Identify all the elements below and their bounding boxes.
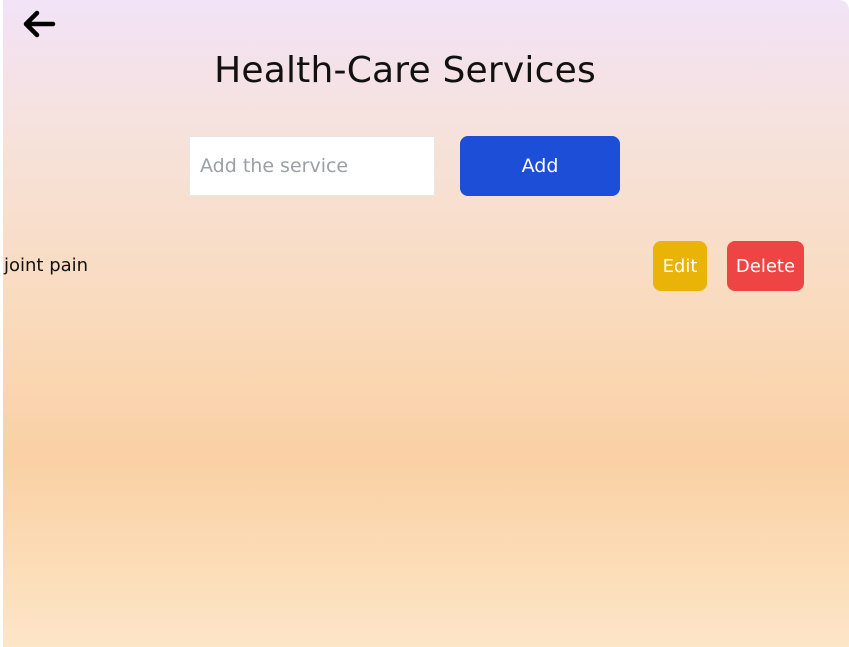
add-service-button[interactable]: Add (460, 136, 620, 196)
delete-button[interactable]: Delete (727, 241, 804, 291)
service-name: joint pain (4, 255, 89, 276)
edit-button[interactable]: Edit (653, 241, 707, 291)
arrow-left-icon (23, 10, 56, 38)
page-title: Health-Care Services (214, 50, 596, 91)
services-page: Health-Care Services Add joint pain Edit… (3, 0, 849, 647)
service-row: joint pain Edit Delete (3, 240, 849, 292)
service-input[interactable] (189, 136, 435, 196)
back-button[interactable] (20, 8, 58, 40)
